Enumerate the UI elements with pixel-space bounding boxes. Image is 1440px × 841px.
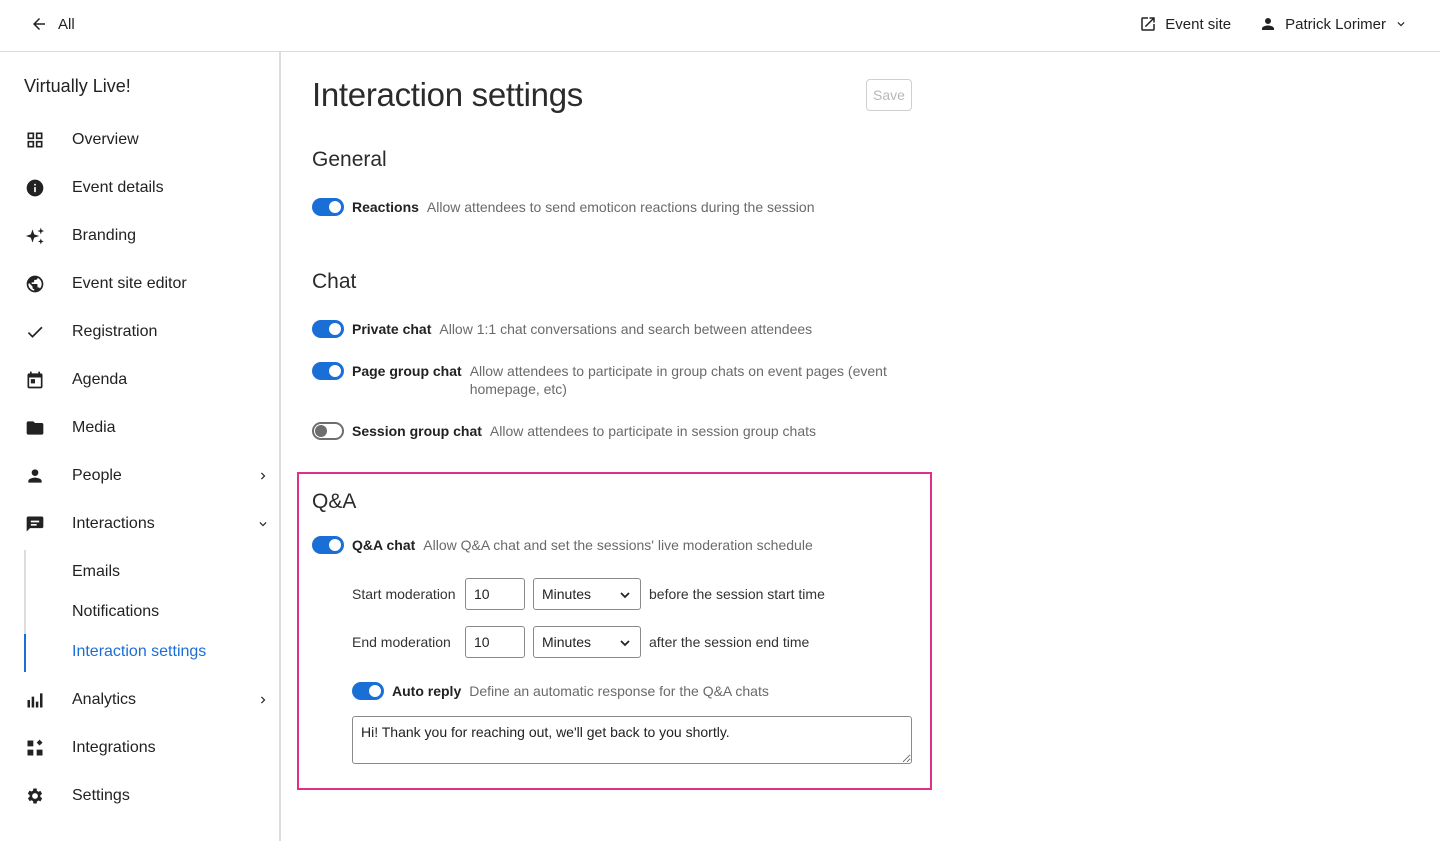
session-group-chat-setting: Session group chat Allow attendees to pa… — [312, 422, 816, 440]
chevron-down-icon — [620, 592, 630, 599]
sidebar-item-label: Settings — [72, 787, 130, 804]
start-moderation-label: Start moderation — [352, 586, 456, 602]
check-icon — [24, 321, 46, 343]
page-group-chat-label: Page group chat — [352, 363, 462, 379]
private-chat-description: Allow 1:1 chat conversations and search … — [439, 321, 813, 337]
external-link-icon — [1141, 17, 1156, 31]
bar-chart-icon — [24, 689, 46, 711]
page-group-chat-description: Allow attendees to participate in group … — [469, 363, 887, 397]
user-icon — [1262, 18, 1275, 30]
qa-chat-toggle[interactable] — [312, 536, 344, 554]
info-icon — [24, 177, 46, 199]
start-moderation-unit-value: Minutes — [542, 586, 592, 602]
integrations-icon — [24, 737, 46, 759]
sidebar-item-media[interactable]: Media — [0, 408, 279, 448]
chat-icon — [24, 513, 46, 535]
submenu-active-indicator — [24, 634, 26, 672]
sidebar-subitem-emails[interactable]: Emails — [72, 563, 120, 581]
sidebar-item-label: Interactions — [72, 515, 155, 532]
sidebar-item-label: Overview — [72, 131, 139, 148]
sidebar-item-settings[interactable]: Settings — [0, 776, 279, 816]
sidebar: Virtually Live! Overview Event details B… — [0, 52, 281, 841]
sparkle-icon — [24, 225, 46, 247]
section-title-qa: Q&A — [312, 490, 357, 513]
reactions-setting: Reactions Allow attendees to send emotic… — [312, 198, 815, 216]
sidebar-item-branding[interactable]: Branding — [0, 216, 279, 256]
session-group-chat-description: Allow attendees to participate in sessio… — [489, 423, 817, 439]
sidebar-item-event-site-editor[interactable]: Event site editor — [0, 264, 279, 304]
page-group-chat-setting: Page group chat Allow attendees to parti… — [312, 362, 902, 398]
auto-reply-message-textarea[interactable]: Hi! Thank you for reaching out, we'll ge… — [352, 716, 912, 764]
section-title-general: General — [312, 148, 387, 171]
start-moderation-input[interactable] — [465, 578, 525, 610]
sidebar-item-event-details[interactable]: Event details — [0, 168, 279, 208]
end-moderation-suffix: after the session end time — [649, 634, 810, 650]
calendar-icon — [24, 369, 46, 391]
private-chat-label: Private chat — [352, 321, 432, 337]
sidebar-item-label: Event details — [72, 179, 164, 196]
app-name: Virtually Live! — [24, 76, 131, 96]
auto-reply-toggle[interactable] — [352, 682, 384, 700]
sidebar-item-label: Registration — [72, 323, 158, 340]
back-link[interactable]: All — [30, 15, 75, 33]
user-menu[interactable]: Patrick Lorimer — [1259, 15, 1408, 33]
folder-icon — [24, 417, 46, 439]
grid-icon — [24, 129, 46, 151]
sidebar-item-integrations[interactable]: Integrations — [0, 728, 279, 768]
reactions-toggle[interactable] — [312, 198, 344, 216]
back-label: All — [58, 15, 75, 33]
globe-icon — [24, 273, 46, 295]
save-button[interactable]: Save — [866, 79, 912, 111]
chevron-down-icon — [259, 522, 267, 527]
sidebar-item-label: Event site editor — [72, 275, 187, 292]
qa-chat-label: Q&A chat — [352, 537, 416, 553]
top-bar: All Event site Patrick Lorimer — [0, 0, 1440, 52]
qa-chat-description: Allow Q&A chat and set the sessions' liv… — [423, 537, 813, 553]
chevron-down-icon — [1397, 22, 1405, 27]
user-name: Patrick Lorimer — [1285, 15, 1386, 33]
end-moderation-input[interactable] — [465, 626, 525, 658]
arrow-left-icon — [33, 18, 45, 30]
qa-chat-setting: Q&A chat Allow Q&A chat and set the sess… — [312, 536, 813, 554]
sidebar-item-overview[interactable]: Overview — [0, 120, 279, 160]
page-title: Interaction settings — [312, 76, 583, 113]
start-moderation-unit-select[interactable]: Minutes — [533, 578, 641, 610]
chevron-right-icon — [261, 696, 266, 704]
sidebar-item-label: Agenda — [72, 371, 128, 388]
person-icon — [24, 465, 46, 487]
sidebar-item-label: People — [72, 467, 122, 484]
sidebar-item-label: Analytics — [72, 691, 137, 708]
section-title-chat: Chat — [312, 270, 357, 293]
chevron-down-icon — [620, 640, 630, 647]
auto-reply-setting: Auto reply Define an automatic response … — [352, 682, 769, 700]
end-moderation-unit-value: Minutes — [542, 634, 592, 650]
private-chat-setting: Private chat Allow 1:1 chat conversation… — [312, 320, 812, 338]
auto-reply-description: Define an automatic response for the Q&A… — [469, 683, 769, 699]
gear-icon — [24, 785, 46, 807]
private-chat-toggle[interactable] — [312, 320, 344, 338]
session-group-chat-toggle[interactable] — [312, 422, 344, 440]
end-moderation-unit-select[interactable]: Minutes — [533, 626, 641, 658]
reactions-label: Reactions — [352, 199, 419, 215]
sidebar-item-people[interactable]: People — [0, 456, 279, 496]
sidebar-item-label: Media — [72, 419, 116, 436]
chevron-right-icon — [261, 472, 266, 480]
auto-reply-label: Auto reply — [392, 683, 462, 699]
sidebar-subitem-interaction-settings[interactable]: Interaction settings — [72, 643, 206, 661]
sidebar-item-label: Integrations — [72, 739, 156, 756]
event-site-label: Event site — [1165, 15, 1232, 33]
sidebar-item-label: Branding — [72, 227, 137, 244]
sidebar-item-agenda[interactable]: Agenda — [0, 360, 279, 400]
page-group-chat-toggle[interactable] — [312, 362, 344, 380]
reactions-description: Allow attendees to send emoticon reactio… — [426, 199, 815, 215]
sidebar-item-registration[interactable]: Registration — [0, 312, 279, 352]
sidebar-item-analytics[interactable]: Analytics — [0, 680, 279, 720]
sidebar-subitem-notifications[interactable]: Notifications — [72, 603, 159, 621]
sidebar-item-interactions[interactable]: Interactions — [0, 504, 279, 544]
event-site-link[interactable]: Event site — [1139, 15, 1231, 33]
end-moderation-label: End moderation — [352, 634, 451, 650]
start-moderation-suffix: before the session start time — [649, 586, 825, 602]
session-group-chat-label: Session group chat — [352, 423, 482, 439]
